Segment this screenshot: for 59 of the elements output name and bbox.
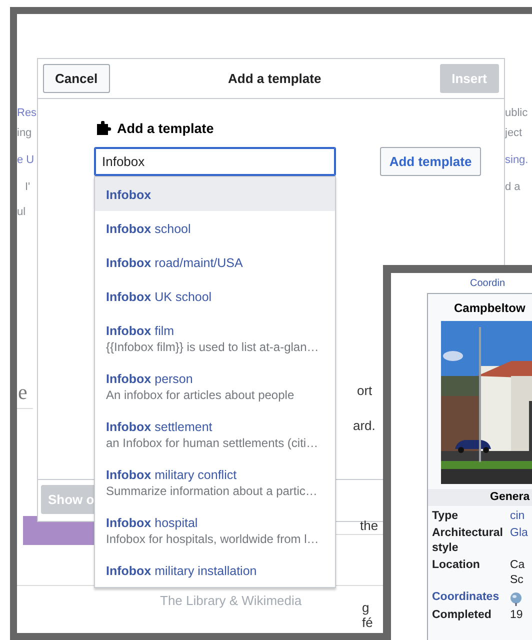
text-fragment[interactable]: sing. bbox=[505, 153, 528, 168]
text-fragment: I' bbox=[25, 180, 30, 195]
suggestion-item[interactable]: Infobox person An infobox for articles about people bbox=[95, 361, 335, 409]
footer-text: The Library & Wikimedia bbox=[160, 593, 302, 608]
row-value: 19 bbox=[510, 608, 523, 623]
suggestion-name: Infobox UK school bbox=[106, 289, 213, 305]
text-fragment: ul bbox=[17, 205, 26, 220]
suggestion-name: Infobox person bbox=[106, 371, 194, 387]
globe-icon[interactable] bbox=[510, 592, 522, 606]
text-fragment: ublic bbox=[505, 106, 528, 121]
suggestion-description: an Infobox for human settlements (citi… bbox=[106, 435, 320, 452]
suggestion-description: An infobox for articles about people bbox=[106, 387, 296, 404]
row-value: Ca bbox=[510, 558, 525, 573]
suggestion-description: {{Infobox film}} is used to list at-a-glan… bbox=[106, 339, 320, 356]
suggestion-name: Infobox hospital bbox=[106, 515, 199, 531]
heading-fragment: e bbox=[18, 380, 28, 404]
text-fragment: ort bbox=[357, 383, 372, 398]
add-template-button[interactable]: Add template bbox=[380, 147, 481, 176]
text-fragment[interactable]: Res bbox=[17, 106, 37, 121]
suggestion-name: Infobox school bbox=[106, 221, 192, 237]
suggestion-name: Infobox film bbox=[106, 323, 176, 339]
text-fragment: the bbox=[360, 518, 378, 533]
row-label: Completed bbox=[432, 608, 492, 623]
search-field[interactable]: Infobox bbox=[94, 147, 336, 176]
row-value[interactable]: Gla bbox=[510, 526, 528, 541]
text-fragment: fé bbox=[362, 615, 373, 630]
infobox-title: Campbeltow bbox=[454, 300, 526, 316]
suggestion-description: Infobox for hospitals, worldwide from l… bbox=[106, 531, 320, 548]
row-label: Location bbox=[432, 558, 481, 573]
suggestion-description: Summarize information about a partic… bbox=[106, 483, 318, 500]
text-fragment: ject bbox=[505, 126, 522, 141]
row-label: Type bbox=[432, 509, 459, 524]
suggestion-name: Infobox bbox=[106, 187, 152, 203]
row-value[interactable]: cin bbox=[510, 509, 525, 524]
text-fragment: ard. bbox=[353, 418, 376, 433]
suggestion-name: Infobox settlement bbox=[106, 419, 214, 435]
section-title: Genera bbox=[490, 491, 530, 503]
puzzle-icon bbox=[97, 121, 113, 135]
suggestion-name: Infobox military installation bbox=[106, 563, 258, 579]
suggestion-item[interactable]: Infobox bbox=[95, 177, 335, 211]
cancel-button[interactable]: Cancel bbox=[43, 64, 110, 93]
row-label: Architectural style bbox=[432, 526, 504, 556]
text-fragment: d a bbox=[505, 180, 520, 195]
text-fragment: ing bbox=[17, 126, 32, 141]
suggestion-item[interactable]: Infobox UK school bbox=[95, 279, 335, 313]
row-value: Sc bbox=[510, 573, 524, 588]
suggestion-item[interactable]: Infobox school bbox=[95, 211, 335, 245]
suggestion-name: Infobox road/maint/USA bbox=[106, 255, 244, 271]
suggestion-item[interactable]: Infobox military installation bbox=[95, 553, 335, 587]
suggestion-name: Infobox military conflict bbox=[106, 467, 238, 483]
row-label[interactable]: Coordinates bbox=[432, 590, 508, 606]
suggestion-item[interactable]: Infobox road/maint/USA bbox=[95, 245, 335, 279]
text-fragment: g bbox=[362, 600, 370, 615]
section-heading: Add a template bbox=[117, 120, 214, 136]
text-fragment[interactable]: e U bbox=[17, 153, 34, 168]
suggestion-item[interactable]: Infobox film {{Infobox film}} is used to list at-a-glan… bbox=[95, 313, 335, 361]
coordinates-link[interactable]: Coordin bbox=[470, 278, 506, 290]
dialog-title: Add a template bbox=[228, 71, 322, 86]
suggestion-item[interactable]: Infobox settlement an Infobox for human settlements (citi… bbox=[95, 409, 335, 457]
